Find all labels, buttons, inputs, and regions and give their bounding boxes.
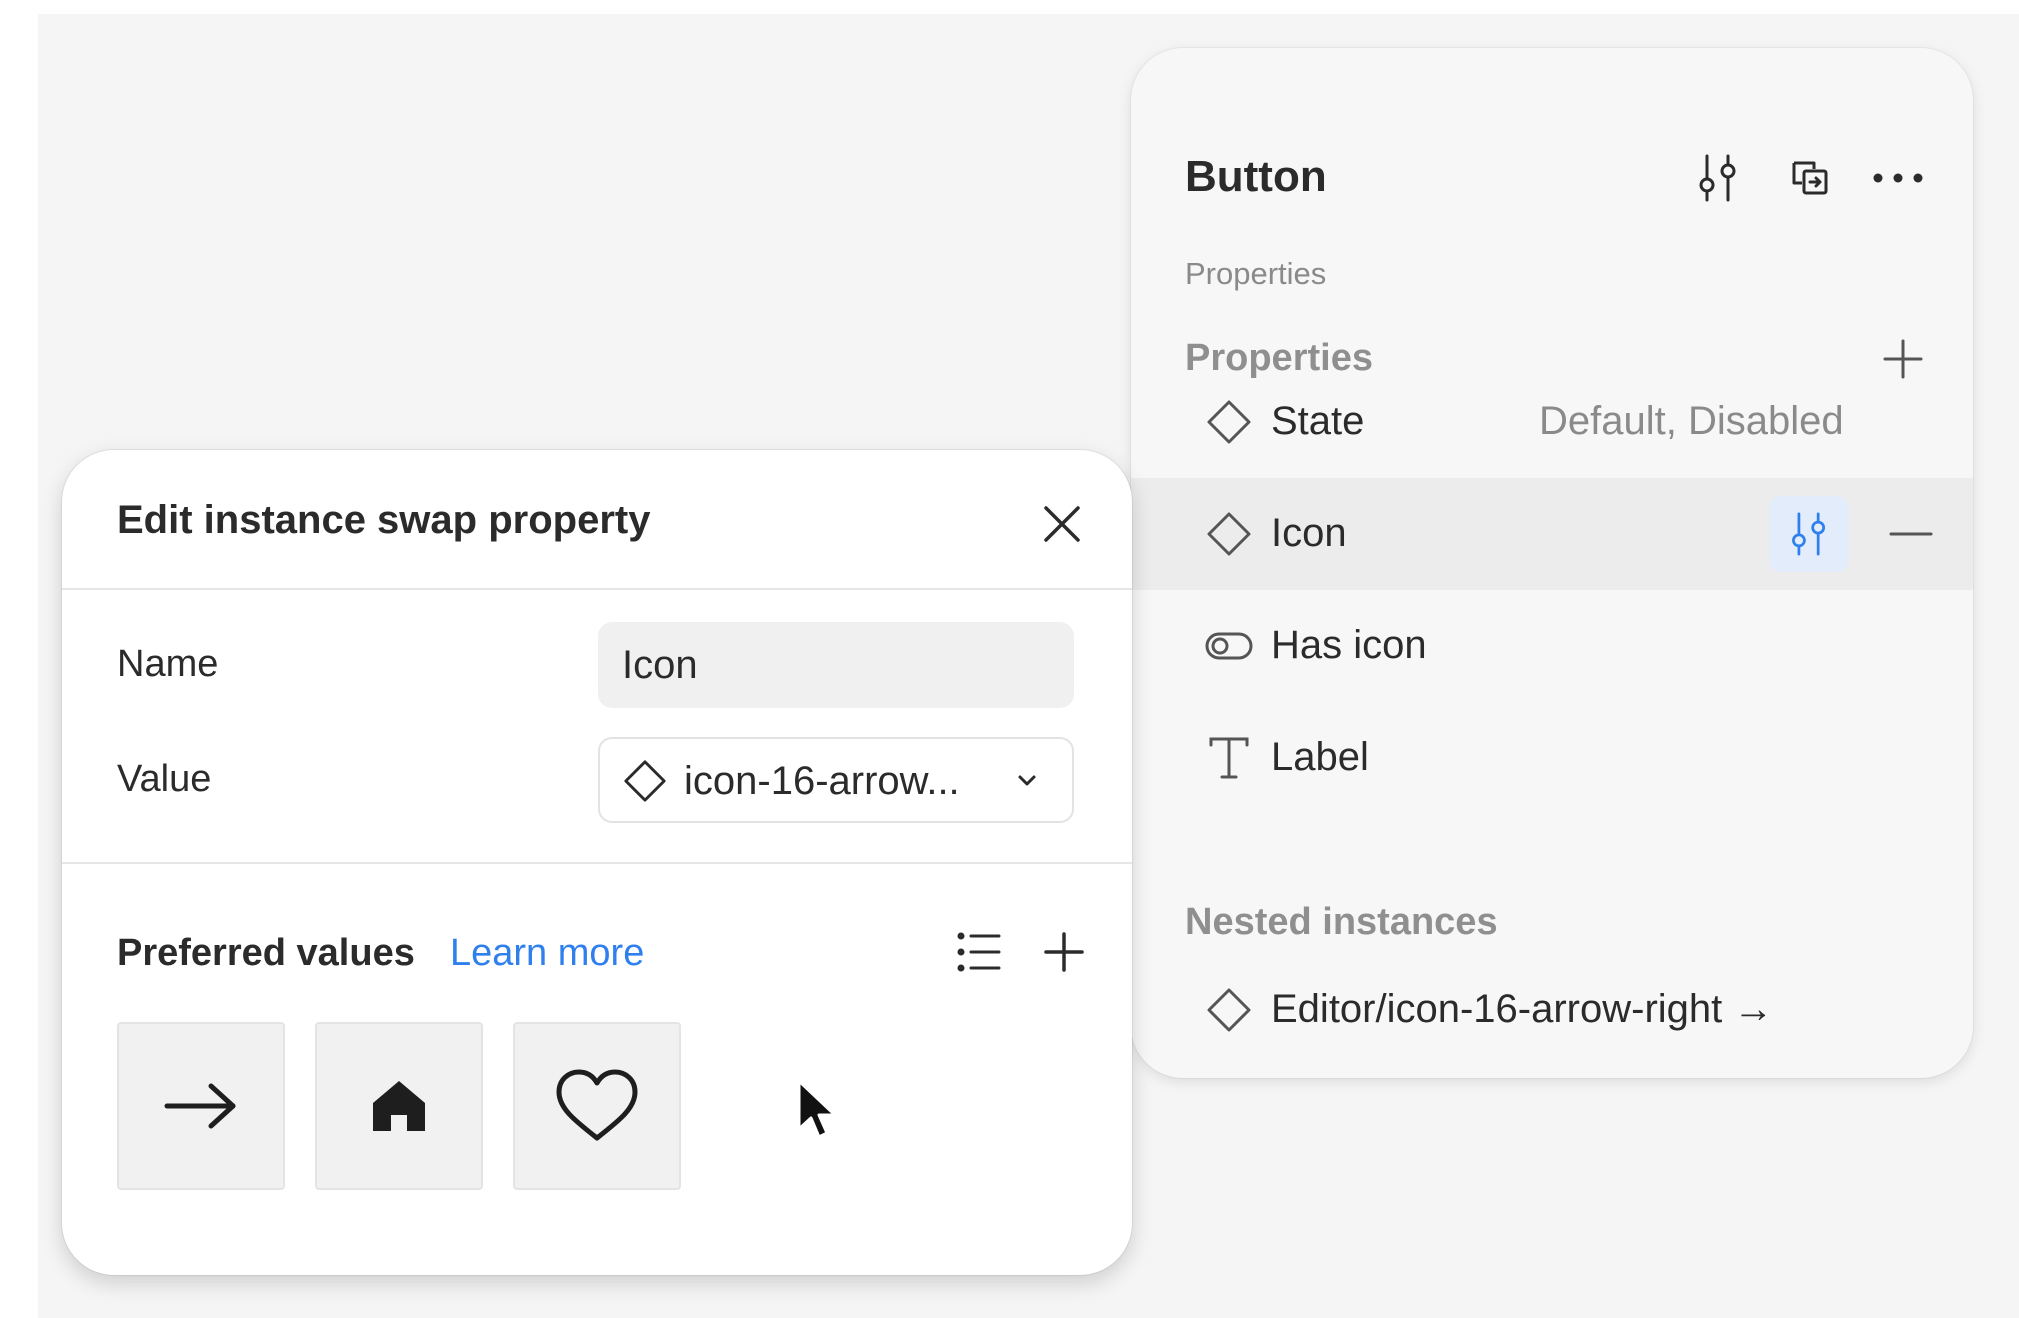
component-properties-panel: Button Properties Properties State Defau… — [1131, 48, 1973, 1078]
mouse-cursor-icon — [795, 1077, 845, 1147]
preferred-value-arrow-right[interactable] — [117, 1022, 285, 1190]
property-row-has-icon[interactable]: Has icon — [1131, 590, 1973, 702]
learn-more-link[interactable]: Learn more — [450, 932, 644, 975]
property-name: Has icon — [1271, 623, 1427, 667]
divider — [62, 588, 1132, 590]
boolean-toggle-icon — [1203, 618, 1255, 674]
text-type-icon — [1203, 730, 1255, 786]
heart-icon — [556, 1069, 638, 1141]
chevron-down-icon — [1010, 763, 1044, 797]
add-preferred-value-button[interactable] — [1034, 922, 1094, 982]
property-name: Label — [1271, 735, 1369, 779]
component-properties-icon[interactable] — [1690, 150, 1746, 206]
property-value: Default, Disabled — [1539, 399, 1844, 443]
preferred-values-label: Preferred values — [117, 932, 415, 974]
value-dropdown[interactable]: icon-16-arrow... — [598, 737, 1074, 823]
variant-diamond-icon — [1203, 394, 1255, 450]
preferred-value-home[interactable] — [315, 1022, 483, 1190]
instance-diamond-icon — [1203, 982, 1255, 1038]
nested-instance-name: Editor/icon-16-arrow-right → — [1271, 987, 1774, 1031]
list-icon[interactable] — [950, 922, 1010, 982]
arrow-right-icon — [164, 1083, 236, 1129]
preferred-value-heart[interactable] — [513, 1022, 681, 1190]
remove-property-button[interactable] — [1883, 506, 1939, 562]
close-icon[interactable] — [1030, 492, 1094, 556]
divider — [62, 862, 1132, 864]
instance-diamond-icon — [1203, 506, 1255, 562]
more-icon[interactable] — [1870, 150, 1926, 206]
panel-title: Button — [1185, 152, 1327, 201]
property-row-icon[interactable]: Icon — [1131, 478, 1973, 590]
dialog-title: Edit instance swap property — [117, 498, 651, 542]
instance-diamond-icon — [620, 756, 670, 806]
edit-instance-swap-dialog: Edit instance swap property Name Value i… — [62, 450, 1132, 1275]
edit-property-button[interactable] — [1769, 496, 1849, 572]
name-label: Name — [117, 643, 219, 685]
home-icon — [373, 1081, 425, 1131]
property-name: Icon — [1271, 511, 1347, 555]
name-input[interactable] — [598, 622, 1074, 708]
property-row-state[interactable]: State Default, Disabled — [1131, 366, 1973, 478]
value-text: icon-16-arrow... — [684, 759, 960, 803]
properties-caption: Properties — [1185, 256, 1327, 291]
nested-instances-label: Nested instances — [1185, 901, 1498, 943]
instance-swap-icon[interactable] — [1783, 150, 1839, 206]
property-name: State — [1271, 399, 1365, 443]
value-label: Value — [117, 758, 212, 800]
property-row-label[interactable]: Label — [1131, 702, 1973, 814]
nested-instance-row[interactable]: Editor/icon-16-arrow-right → — [1131, 954, 1973, 1066]
